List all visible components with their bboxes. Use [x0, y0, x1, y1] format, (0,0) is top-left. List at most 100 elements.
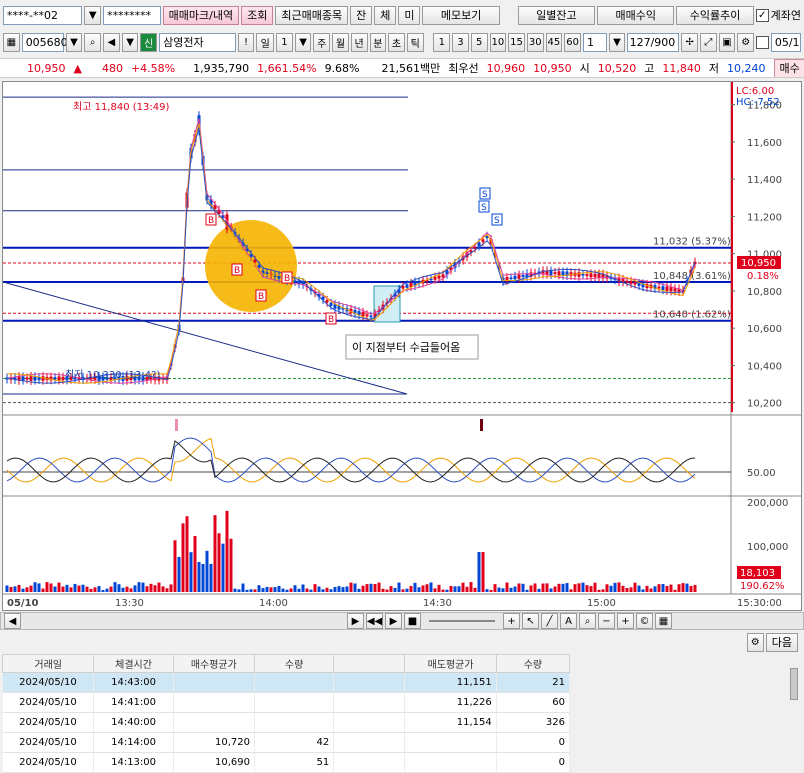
interval-1[interactable]: 1 — [433, 33, 450, 52]
candle-body — [582, 274, 585, 276]
period-tick[interactable]: 틱 — [407, 33, 424, 52]
save-icon[interactable]: ▣ — [719, 33, 736, 52]
volume-bar — [66, 585, 69, 592]
marker-label: S — [494, 216, 500, 226]
scroll-right-icon[interactable]: ▶ — [347, 613, 364, 629]
search-icon[interactable]: ⌕ — [579, 613, 596, 629]
column-header[interactable]: 거래일 — [3, 655, 94, 673]
rewind-icon[interactable]: ◀◀ — [366, 613, 383, 629]
unfilled-button[interactable]: 미 — [398, 6, 420, 25]
period-year[interactable]: 년 — [351, 33, 368, 52]
text-icon[interactable]: A — [560, 613, 577, 629]
table-row[interactable]: 2024/05/1014:43:0011,15121 — [3, 673, 570, 693]
recent-trades-button[interactable]: 최근매매종목 — [275, 6, 348, 25]
candle-body — [550, 271, 553, 275]
line-icon[interactable]: ╱ — [541, 613, 558, 629]
zoom-out-icon[interactable]: − — [598, 613, 615, 629]
y-tick-label: 10,400 — [747, 361, 782, 372]
query-button[interactable]: 조회 — [241, 6, 273, 25]
candle-body — [326, 300, 329, 303]
chevron-down-icon[interactable]: ▼ — [122, 33, 139, 52]
date-checkbox[interactable] — [756, 36, 769, 49]
speed-slider[interactable] — [429, 620, 495, 622]
column-header[interactable]: 수량 — [496, 655, 569, 673]
crosshair-icon[interactable]: + — [503, 613, 520, 629]
interval-15[interactable]: 15 — [508, 33, 525, 52]
period-week[interactable]: 주 — [313, 33, 330, 52]
pointer-icon[interactable]: ↖ — [522, 613, 539, 629]
stock-name: 삼영전자 — [159, 33, 236, 52]
interval-45[interactable]: 45 — [546, 33, 563, 52]
table-row[interactable]: 2024/05/1014:41:0011,22660 — [3, 693, 570, 713]
column-header[interactable]: 체결시간 — [94, 655, 173, 673]
alert-icon[interactable]: ! — [238, 33, 255, 52]
volume-bar — [306, 589, 309, 592]
volume-bar — [14, 586, 17, 592]
tools-icon[interactable]: ✢ — [681, 33, 698, 52]
interval-60[interactable]: 60 — [564, 33, 581, 52]
copyright-icon[interactable]: © — [636, 613, 653, 629]
layout-icon[interactable]: ▦ — [3, 33, 20, 52]
candle-body — [294, 280, 297, 282]
volume-bar — [598, 590, 601, 592]
return-trend-button[interactable]: 수익률추이 — [676, 6, 753, 25]
chevron-down-icon[interactable]: ▼ — [66, 33, 83, 52]
volume-bar — [246, 590, 249, 592]
table-row[interactable]: 2024/05/1014:40:0011,154326 — [3, 713, 570, 733]
play-icon[interactable]: ▶ — [385, 613, 402, 629]
chart-scrollbar[interactable]: ◀ ▶ ◀◀ ▶ ■ + ↖ ╱ A ⌕ − + © ▦ — [0, 612, 804, 630]
interval-10[interactable]: 10 — [490, 33, 507, 52]
table-cell: 2024/05/10 — [3, 713, 94, 733]
low-note: 최저 10,330 (13:4?) — [65, 369, 160, 381]
password-field[interactable]: ******** — [103, 6, 161, 25]
trade-mark-button[interactable]: 매매마크/내역 — [163, 6, 239, 25]
trade-profit-button[interactable]: 매매수익 — [597, 6, 674, 25]
price-chart[interactable]: 11,80011,60011,40011,20011,00010,80010,6… — [2, 81, 802, 611]
filled-button[interactable]: 체 — [374, 6, 396, 25]
volume-bar — [690, 586, 693, 592]
period-day-count[interactable]: 1 — [276, 33, 293, 52]
table-row[interactable]: 2024/05/1014:13:0010,690510 — [3, 753, 570, 773]
account-checkbox[interactable]: ✓ — [756, 9, 769, 22]
gear-icon[interactable]: ⚙ — [737, 33, 754, 52]
period-second[interactable]: 초 — [388, 33, 405, 52]
period-day[interactable]: 일 — [256, 33, 274, 52]
speaker-icon[interactable]: ◀ — [103, 33, 120, 52]
memo-button[interactable]: 메모보기 — [422, 6, 499, 25]
zoom-in-icon[interactable]: + — [617, 613, 634, 629]
interval-5[interactable]: 5 — [471, 33, 488, 52]
column-header[interactable] — [334, 655, 405, 673]
volume-bar — [254, 589, 257, 592]
interval-30[interactable]: 30 — [527, 33, 544, 52]
table-cell: 10,720 — [173, 733, 254, 753]
chevron-down-icon[interactable]: ▼ — [84, 6, 101, 25]
stock-code-input[interactable]: 005680 — [22, 33, 64, 52]
volume-bar — [162, 586, 165, 592]
stop-icon[interactable]: ■ — [404, 613, 421, 629]
buy-button[interactable]: 매수 — [774, 59, 804, 78]
period-minute[interactable]: 분 — [370, 33, 387, 52]
grid-icon[interactable]: ▦ — [655, 613, 672, 629]
volume-bar — [10, 587, 13, 592]
balance-button[interactable]: 잔 — [350, 6, 372, 25]
search-icon[interactable]: ⌕ — [84, 33, 101, 52]
period-month[interactable]: 월 — [332, 33, 349, 52]
column-header[interactable]: 매수평균가 — [173, 655, 254, 673]
volume-bar — [642, 589, 645, 592]
zoom-icon[interactable]: ⤢ — [700, 33, 717, 52]
interval-3[interactable]: 3 — [452, 33, 469, 52]
chevron-down-icon[interactable]: ▼ — [609, 33, 626, 52]
table-scrollbar[interactable] — [790, 668, 798, 700]
date-input[interactable]: 05/1 — [771, 33, 801, 52]
scroll-left-icon[interactable]: ◀ — [4, 613, 21, 629]
next-button[interactable]: 다음 — [766, 633, 798, 652]
chevron-down-icon[interactable]: ▼ — [295, 33, 312, 52]
gear-icon[interactable]: ⚙ — [747, 633, 764, 652]
column-header[interactable]: 수량 — [254, 655, 333, 673]
daily-balance-button[interactable]: 일별잔고 — [518, 6, 595, 25]
count-input[interactable]: 1 — [583, 33, 607, 52]
table-row[interactable]: 2024/05/1014:14:0010,720420 — [3, 733, 570, 753]
account-select[interactable]: ****-**02 — [3, 6, 82, 25]
column-header[interactable]: 매도평균가 — [405, 655, 496, 673]
marker-label: S — [481, 203, 487, 213]
